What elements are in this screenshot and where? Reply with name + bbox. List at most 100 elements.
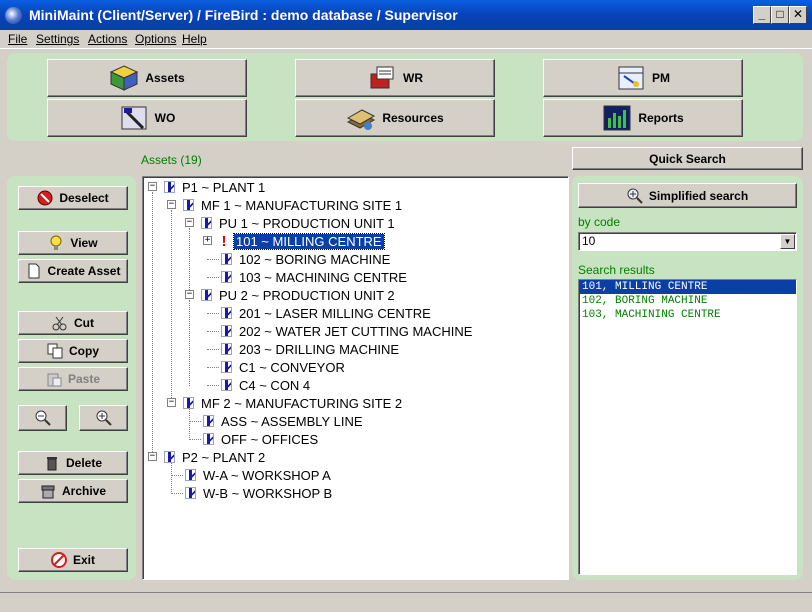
tree-connector — [207, 385, 219, 386]
menu-help[interactable]: Help — [182, 32, 207, 46]
quick-search-label: Quick Search — [649, 151, 726, 166]
collapse-toggle[interactable]: − — [185, 218, 194, 227]
tree-node-label: PU 2 ~ PRODUCTION UNIT 2 — [219, 287, 395, 303]
deselect-label: Deselect — [59, 191, 109, 205]
search-results-label: Search results — [578, 263, 655, 277]
asset-icon — [183, 199, 194, 211]
reports-module-button[interactable]: Reports — [543, 99, 743, 137]
collapse-toggle[interactable]: − — [148, 182, 157, 191]
asset-icon — [164, 451, 175, 463]
tree-node[interactable]: OFF ~ OFFICES — [203, 430, 318, 448]
search-result-item[interactable]: 102, BORING MACHINE — [579, 294, 796, 308]
dropdown-arrow-icon[interactable]: ▼ — [780, 234, 795, 249]
window-title: MiniMaint (Client/Server) / FireBird : d… — [29, 7, 458, 23]
tree-node[interactable]: 201 ~ LASER MILLING CENTRE — [221, 304, 431, 322]
tree-node-label: C1 ~ CONVEYOR — [239, 359, 345, 375]
tree-node[interactable]: 103 ~ MACHINING CENTRE — [221, 268, 407, 286]
tree-node-selected[interactable]: ! 101 ~ MILLING CENTRE — [219, 232, 385, 250]
scissors-icon — [52, 315, 68, 331]
by-code-select[interactable]: 10 ▼ — [578, 232, 797, 251]
tree-connector — [189, 408, 190, 440]
tree-node-label: MF 1 ~ MANUFACTURING SITE 1 — [201, 197, 403, 213]
resources-module-label: Resources — [382, 111, 444, 125]
menu-file[interactable]: File — [8, 32, 27, 46]
delete-label: Delete — [65, 456, 103, 470]
delete-button[interactable]: Delete — [18, 451, 128, 475]
copy-label: Copy — [69, 344, 99, 358]
pm-module-button[interactable]: PM — [543, 59, 743, 97]
menu-bar: File Settings Actions Options Help — [0, 30, 812, 49]
collapse-toggle[interactable]: − — [167, 200, 176, 209]
search-result-item[interactable]: 101, MILLING CENTRE — [579, 280, 796, 294]
quick-search-button[interactable]: Quick Search — [572, 147, 803, 170]
status-bar — [0, 592, 812, 612]
reports-chart-icon — [602, 104, 632, 132]
wo-module-button[interactable]: WO — [47, 99, 247, 137]
collapse-toggle[interactable]: − — [148, 452, 157, 461]
tree-node[interactable]: P2 ~ PLANT 2 — [164, 448, 265, 466]
deselect-button[interactable]: Deselect — [18, 186, 128, 210]
tree-node-label: 202 ~ WATER JET CUTTING MACHINE — [239, 323, 473, 339]
zoom-out-button[interactable] — [18, 405, 67, 431]
close-button[interactable]: ✕ — [789, 6, 807, 24]
title-bar[interactable]: MiniMaint (Client/Server) / FireBird : d… — [0, 0, 812, 30]
search-result-item[interactable]: 103, MACHINING CENTRE — [579, 308, 796, 322]
work-request-phone-icon — [367, 64, 397, 92]
tree-connector — [207, 313, 219, 314]
tree-node[interactable]: 203 ~ DRILLING MACHINE — [221, 340, 399, 358]
menu-actions[interactable]: Actions — [88, 32, 127, 46]
minimize-button[interactable]: _ — [753, 6, 771, 24]
tree-node[interactable]: W-A ~ WORKSHOP A — [185, 466, 331, 484]
tree-node[interactable]: PU 2 ~ PRODUCTION UNIT 2 — [201, 286, 395, 304]
zoom-in-button[interactable] — [79, 405, 128, 431]
paste-button[interactable]: Paste — [18, 367, 128, 391]
search-results-list[interactable]: 101, MILLING CENTRE 102, BORING MACHINE … — [578, 279, 797, 575]
tree-node[interactable]: 102 ~ BORING MACHINE — [221, 250, 390, 268]
tree-node-label: W-A ~ WORKSHOP A — [203, 467, 331, 483]
tree-node[interactable]: MF 2 ~ MANUFACTURING SITE 2 — [183, 394, 402, 412]
zoom-in-icon — [96, 410, 112, 426]
tree-node[interactable]: ASS ~ ASSEMBLY LINE — [203, 412, 363, 430]
collapse-toggle[interactable]: − — [167, 398, 176, 407]
tree-node-label: W-B ~ WORKSHOP B — [203, 485, 333, 501]
expand-toggle[interactable]: + — [203, 236, 212, 245]
tree-node-label: P1 ~ PLANT 1 — [182, 179, 266, 195]
exit-label: Exit — [72, 553, 95, 567]
create-asset-button[interactable]: Create Asset — [18, 259, 128, 283]
view-button[interactable]: View — [18, 231, 128, 255]
tree-connector — [207, 349, 219, 350]
asset-icon — [221, 253, 232, 265]
tree-node[interactable]: W-B ~ WORKSHOP B — [185, 484, 332, 502]
assets-module-button[interactable]: Assets — [47, 59, 247, 97]
tree-node[interactable]: 202 ~ WATER JET CUTTING MACHINE — [221, 322, 472, 340]
tree-node[interactable]: C4 ~ CON 4 — [221, 376, 310, 394]
asset-icon — [221, 361, 232, 373]
menu-settings[interactable]: Settings — [36, 32, 79, 46]
tree-caption: Assets (19) — [141, 153, 202, 167]
simplified-search-label: Simplified search — [648, 188, 749, 203]
wr-module-button[interactable]: WR — [295, 59, 495, 97]
copy-icon — [47, 343, 63, 359]
resources-module-button[interactable]: Resources — [295, 99, 495, 137]
tree-connector — [189, 439, 201, 440]
asset-icon — [221, 271, 232, 283]
new-document-icon — [26, 263, 42, 279]
tree-node[interactable]: MF 1 ~ MANUFACTURING SITE 1 — [183, 196, 402, 214]
menu-options[interactable]: Options — [135, 32, 176, 46]
tree-node[interactable]: P1 ~ PLANT 1 — [164, 178, 265, 196]
collapse-toggle[interactable]: − — [185, 290, 194, 299]
exit-button[interactable]: Exit — [18, 548, 128, 572]
cut-button[interactable]: Cut — [18, 311, 128, 335]
tree-node-label: P2 ~ PLANT 2 — [182, 449, 266, 465]
archive-button[interactable]: Archive — [18, 479, 128, 503]
paste-label: Paste — [67, 372, 101, 386]
copy-button[interactable]: Copy — [18, 339, 128, 363]
tree-connector — [171, 462, 172, 494]
asset-icon — [164, 181, 175, 193]
tree-node[interactable]: PU 1 ~ PRODUCTION UNIT 1 — [201, 214, 395, 232]
asset-tree[interactable]: − P1 ~ PLANT 1 − MF 1 ~ MANUFACTURING SI… — [142, 176, 569, 580]
tree-node-label: 201 ~ LASER MILLING CENTRE — [239, 305, 431, 321]
simplified-search-button[interactable]: Simplified search — [578, 183, 797, 208]
tree-node[interactable]: C1 ~ CONVEYOR — [221, 358, 345, 376]
maximize-button[interactable]: □ — [771, 6, 789, 24]
